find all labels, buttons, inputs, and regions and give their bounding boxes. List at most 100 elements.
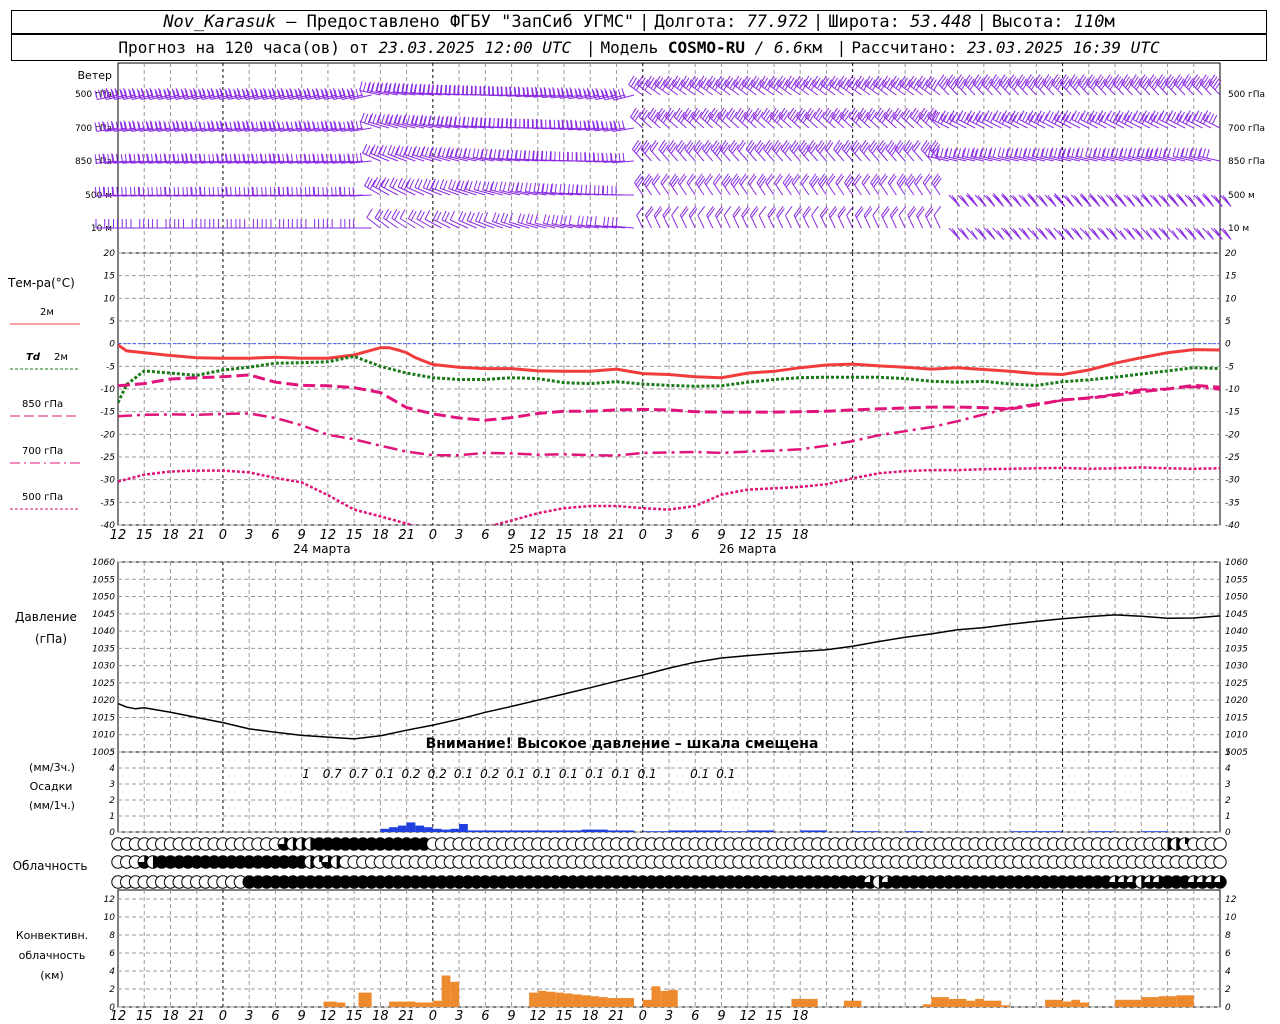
wind-barb-feather (906, 175, 915, 186)
wind-barb-staff (364, 185, 381, 196)
wind-barb-feather (740, 175, 748, 186)
wind-barb-feather (747, 142, 755, 152)
wind-barb-feather (380, 177, 387, 187)
wind-barb-feather (905, 142, 913, 152)
precip-bar (432, 828, 442, 832)
wind-barb-feather (791, 142, 799, 152)
temp-panel-tick-right: -30 (1225, 476, 1240, 486)
conv-tick-left: 4 (109, 967, 115, 977)
pressure-panel-tick-left: 1040 (92, 627, 115, 637)
wind-barb-feather (870, 142, 878, 152)
wind-barb-feather (844, 173, 852, 184)
conv-bar (625, 998, 635, 1007)
wind-barb-feather (261, 187, 263, 197)
wind-barb-feather (785, 177, 794, 188)
precip-title: Осадки (30, 780, 73, 793)
wind-barb-feather (1085, 147, 1089, 157)
wind-barb-feather (373, 145, 379, 156)
wind-barb-feather (607, 217, 610, 227)
wind-barb-feather (705, 175, 713, 186)
precip-bar (529, 830, 556, 832)
wind-barb-feather (1212, 78, 1220, 88)
wind-barb-feather (782, 142, 790, 152)
temp-panel-tick-left: -15 (100, 408, 115, 418)
wind-barb-feather (441, 147, 446, 158)
temp-panel-tick-left: 10 (104, 294, 116, 304)
wind-barb-feather (339, 187, 342, 197)
wind-barb-feather (278, 187, 281, 197)
wind-barb-staff (1141, 119, 1160, 129)
wind-barb-feather (862, 175, 871, 186)
wind-barb-feather (1065, 228, 1073, 238)
wind-barb-staff (406, 186, 425, 196)
wind-barb-feather (433, 210, 439, 220)
wind-barb-feather (424, 210, 431, 220)
wind-barb-feather (698, 177, 706, 188)
wind-barb-feather (933, 206, 942, 216)
wind-barb-feather (920, 140, 928, 150)
conv-bar (389, 1001, 416, 1007)
precip-amount: 0.7 (323, 767, 342, 781)
conv-bar (1045, 999, 1063, 1007)
wind-barb-feather (733, 177, 741, 188)
wind-barb-feather (937, 74, 945, 84)
wind-barb-feather (499, 181, 503, 191)
conv-bar (432, 1000, 442, 1007)
wind-barb-feather (1012, 195, 1020, 205)
wind-barb-feather (1172, 230, 1179, 240)
wind-barb-feather (525, 213, 530, 223)
precip-bar (1036, 831, 1063, 832)
wind-barb-feather (747, 173, 756, 184)
conv-bar (1141, 997, 1159, 1007)
conv-tick-right: 4 (1225, 967, 1231, 977)
wind-barb-feather (296, 187, 298, 197)
conv-bar (1115, 999, 1142, 1007)
wind-barb-feather (897, 175, 906, 186)
temp-legend-label: 2м (54, 352, 68, 363)
pressure-title: Давление (15, 610, 77, 624)
conv-tick-right: 12 (1225, 895, 1237, 905)
conv-bar (843, 1000, 862, 1007)
wind-barb-feather (782, 173, 791, 184)
conv-bar (931, 997, 949, 1007)
temp-panel-tick-right: -5 (1225, 362, 1234, 372)
wind-barb-feather (191, 187, 193, 197)
wind-barb-feather (142, 186, 145, 196)
wind-level-left: 500 гПа (75, 90, 112, 100)
wind-barb-feather (1089, 193, 1097, 203)
wind-barb-feather (812, 177, 820, 188)
wind-barb-staff (898, 215, 906, 229)
wind-barb-feather (677, 173, 686, 184)
wind-barb-staff (433, 219, 451, 229)
wind-barb-staff (1010, 119, 1028, 129)
conv-bar (546, 991, 556, 1007)
wind-barb-feather (712, 142, 720, 152)
wind-barb-feather (519, 150, 522, 160)
precip-bar (852, 831, 879, 832)
wind-barb-feather (833, 140, 841, 150)
pressure-panel-tick-left: 1050 (92, 593, 115, 603)
wind-barb-feather (493, 117, 495, 127)
wind-barb-feather (533, 182, 537, 192)
wind-barb-feather (199, 187, 202, 197)
pressure-panel-tick-right: 1060 (1225, 558, 1248, 568)
wind-barb-feather (520, 182, 524, 192)
wind-barb-feather (1168, 193, 1175, 203)
wind-barb-feather (468, 181, 473, 191)
hour-label-bottom: 3 (245, 1009, 253, 1024)
wind-barb-feather (300, 186, 302, 196)
wind-barb-feather (810, 175, 818, 186)
wind-barb-feather (359, 152, 363, 163)
wind-barb-feather (1100, 228, 1107, 238)
precip-bar (581, 829, 608, 832)
wind-barb-feather (365, 145, 371, 155)
wind-barb-feather (835, 173, 843, 184)
conv-tick-left: 12 (104, 895, 116, 905)
wind-barb-feather (970, 230, 978, 240)
hour-label-top: 21 (188, 528, 205, 543)
precip-bar (467, 830, 477, 832)
conv-tick-right: 8 (1225, 931, 1231, 941)
wind-barb-feather (1053, 148, 1058, 158)
wind-barb-feather (1108, 195, 1116, 205)
wind-barb-feather (397, 177, 403, 188)
